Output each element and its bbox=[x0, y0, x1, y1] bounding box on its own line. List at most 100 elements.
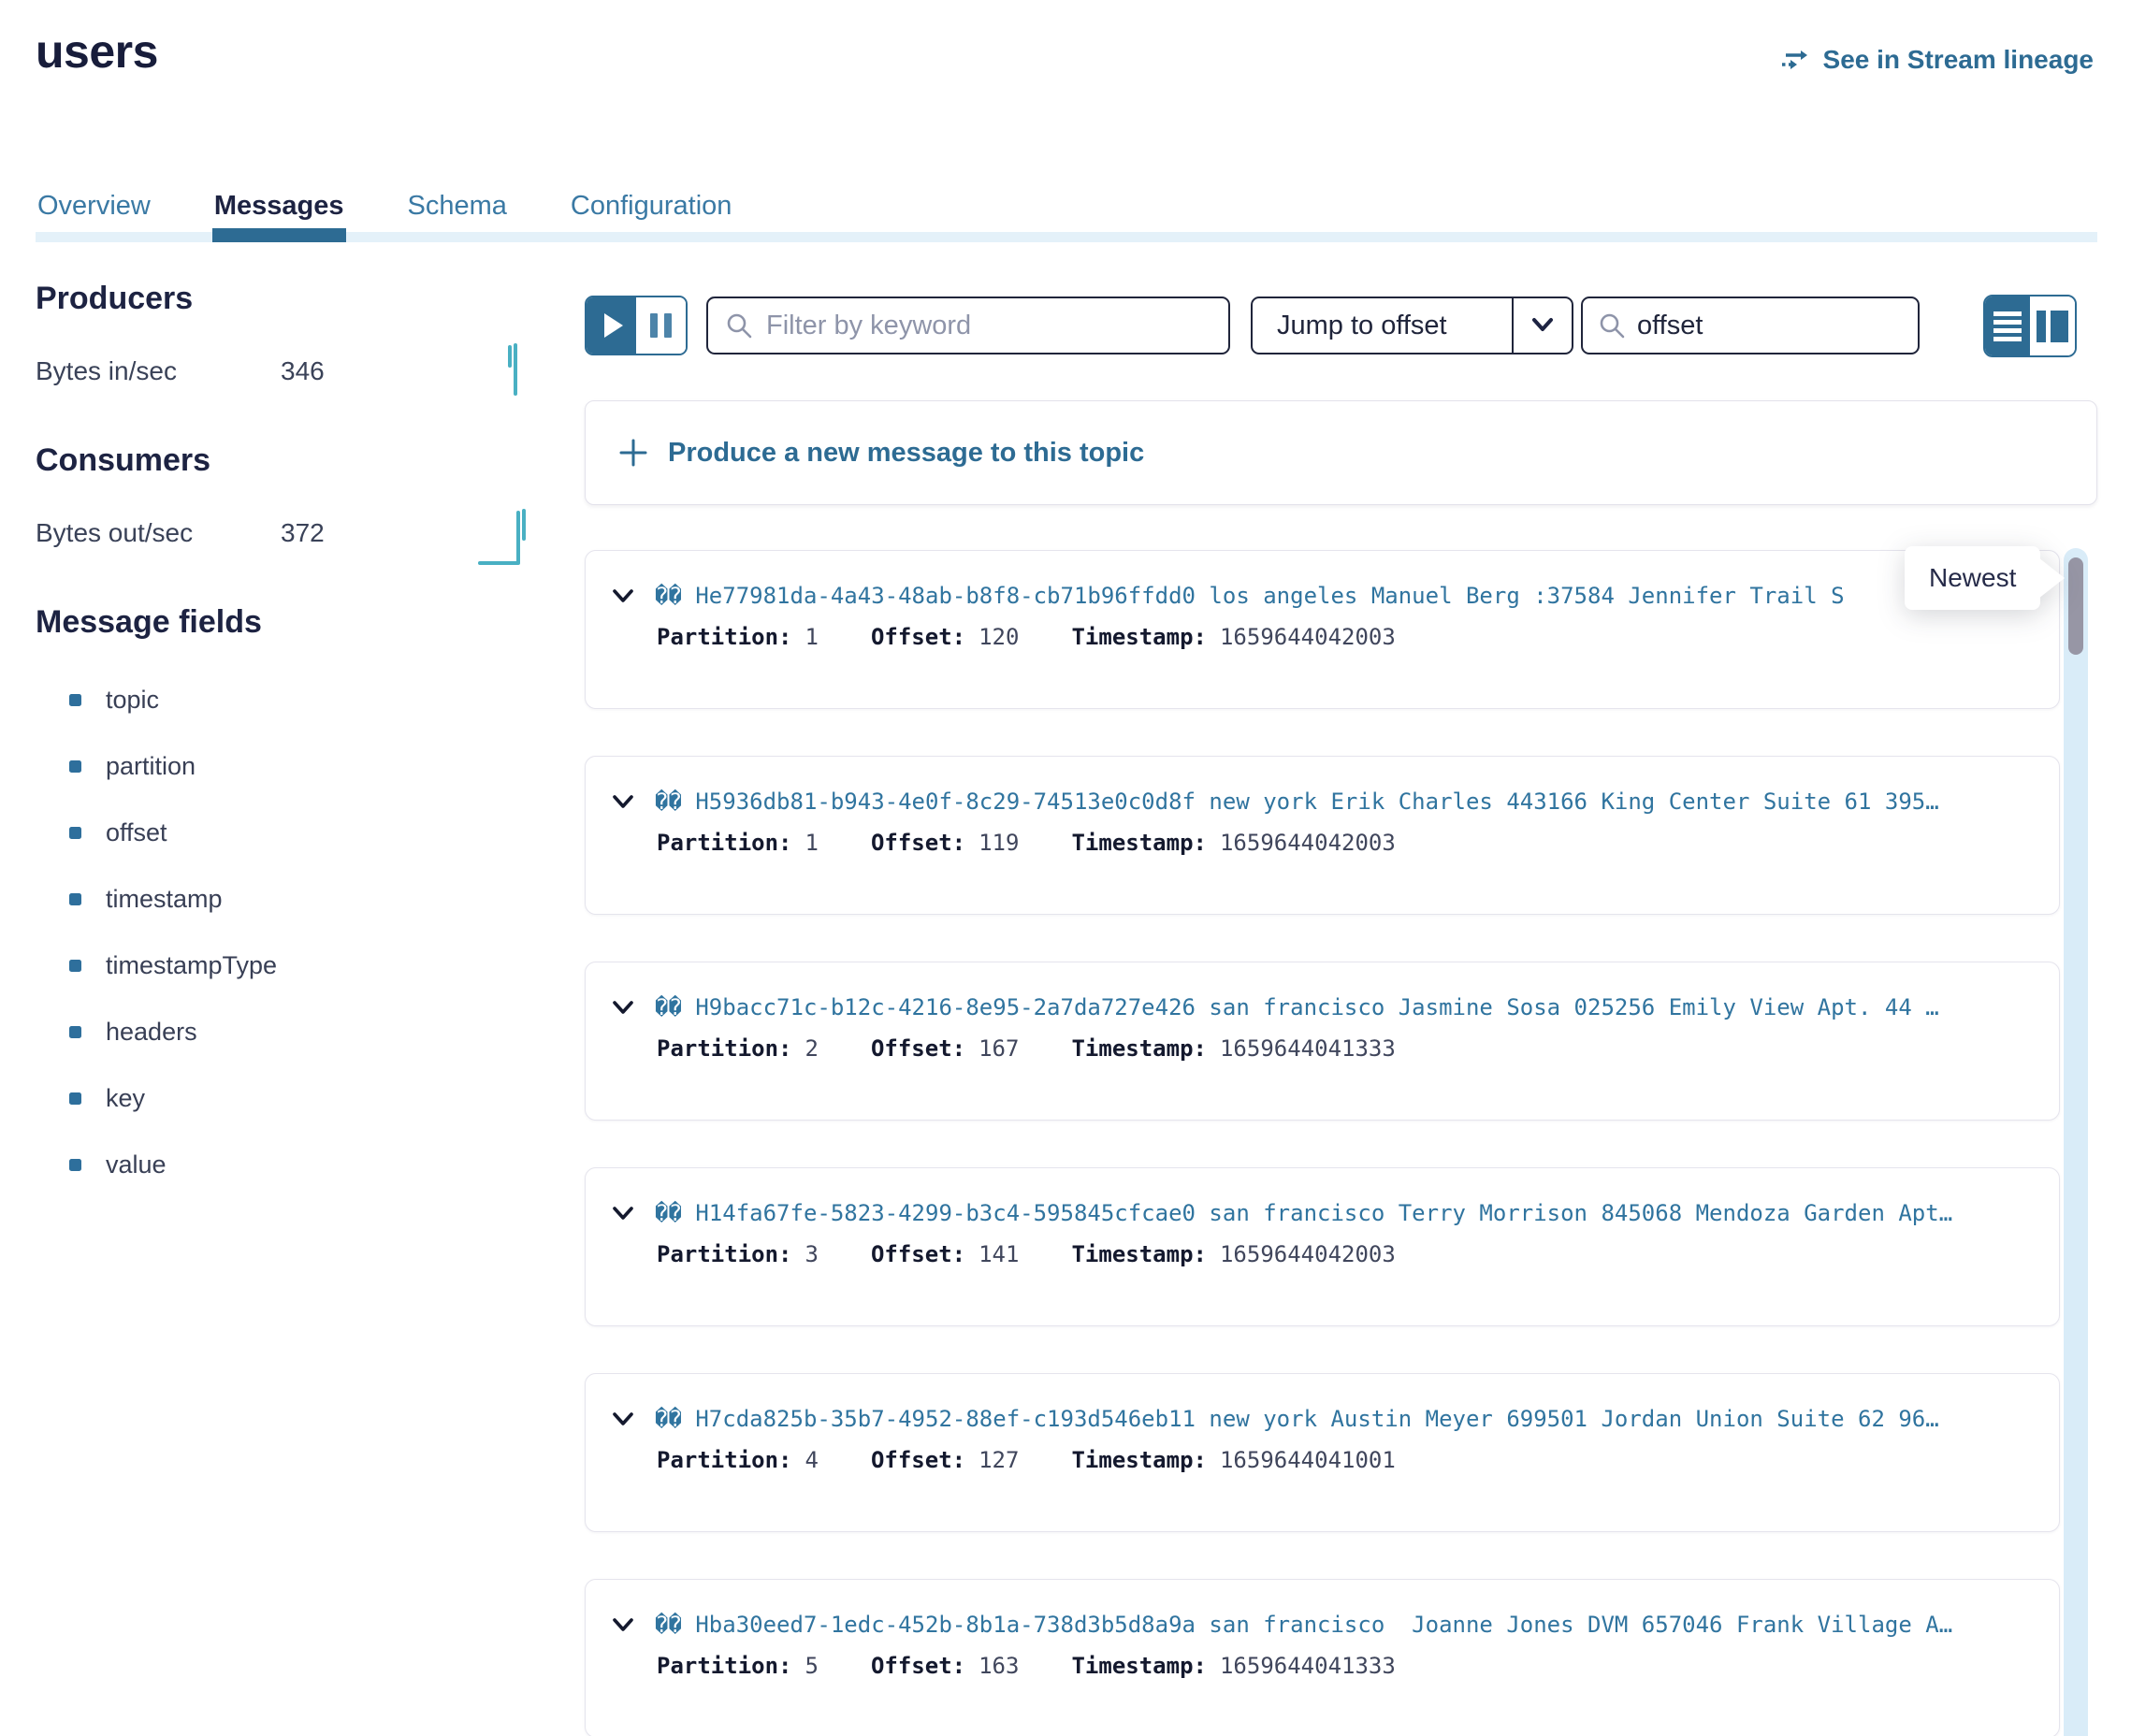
stream-lineage-icon bbox=[1780, 47, 1812, 73]
message-key: �� H9bacc71c-b12c-4216-8e95-2a7da727e426… bbox=[655, 994, 1939, 1020]
square-bullet-icon bbox=[69, 893, 81, 905]
producers-heading: Producers bbox=[36, 281, 533, 317]
consumers-heading: Consumers bbox=[36, 442, 533, 479]
play-button[interactable] bbox=[587, 297, 636, 354]
offset-value: 120 bbox=[979, 624, 1019, 650]
tab-messages[interactable]: Messages bbox=[212, 187, 346, 239]
offset-value: 163 bbox=[979, 1653, 1019, 1679]
bytes-in-row: Bytes in/sec 346 bbox=[36, 341, 533, 401]
plus-icon bbox=[617, 437, 649, 469]
offset-value: 127 bbox=[979, 1447, 1019, 1473]
pause-icon bbox=[650, 313, 658, 338]
offset-search-field bbox=[1581, 297, 1920, 354]
message-meta: Partition:1 Offset:119 Timestamp:1659644… bbox=[657, 830, 2033, 856]
topic-messages-page: users See in Stream lineage Overview Mes… bbox=[0, 0, 2131, 1736]
field-item-key[interactable]: key bbox=[36, 1065, 533, 1132]
list-view-button[interactable] bbox=[1985, 297, 2030, 355]
message-meta: Partition:4 Offset:127 Timestamp:1659644… bbox=[657, 1447, 2033, 1473]
message-list: �� He77981da-4a43-48ab-b8f8-cb71b96ffdd0… bbox=[585, 550, 2060, 1736]
partition-value: 5 bbox=[805, 1653, 819, 1679]
tab-schema[interactable]: Schema bbox=[406, 187, 509, 239]
message-key: �� Hba30eed7-1edc-452b-8b1a-738d3b5d8a9a… bbox=[655, 1612, 1952, 1638]
message-row[interactable]: �� H14fa67fe-5823-4299-b3c4-595845cfcae0… bbox=[585, 1167, 2060, 1326]
field-item-offset[interactable]: offset bbox=[36, 800, 533, 866]
message-meta: Partition:5 Offset:163 Timestamp:1659644… bbox=[657, 1653, 2033, 1679]
message-fields-list: topic partition offset timestamp timesta… bbox=[36, 667, 533, 1198]
timestamp-value: 1659644041001 bbox=[1220, 1447, 1396, 1473]
timestamp-value: 1659644041333 bbox=[1220, 1653, 1396, 1679]
offset-value: 141 bbox=[979, 1241, 1019, 1267]
message-row[interactable]: �� H5936db81-b943-4e0f-8c29-74513e0c0d8f… bbox=[585, 756, 2060, 915]
scrollbar-track[interactable] bbox=[2064, 548, 2088, 1736]
list-view-icon bbox=[1993, 311, 2022, 316]
field-item-timestamp[interactable]: timestamp bbox=[36, 866, 533, 933]
search-icon bbox=[725, 311, 753, 340]
offset-value: 119 bbox=[979, 830, 1019, 856]
timestamp-value: 1659644042003 bbox=[1220, 624, 1396, 650]
bytes-in-label: Bytes in/sec bbox=[36, 356, 281, 386]
field-item-value[interactable]: value bbox=[36, 1132, 533, 1198]
jump-to-offset-select[interactable]: Jump to offset bbox=[1251, 297, 1573, 354]
play-icon bbox=[604, 313, 623, 338]
partition-value: 3 bbox=[805, 1241, 819, 1267]
search-icon bbox=[1598, 311, 1626, 340]
partition-value: 4 bbox=[805, 1447, 819, 1473]
jump-to-offset-label: Jump to offset bbox=[1253, 311, 1512, 341]
timestamp-value: 1659644042003 bbox=[1220, 1241, 1396, 1267]
chevron-down-icon[interactable] bbox=[612, 1617, 634, 1633]
tab-configuration[interactable]: Configuration bbox=[569, 187, 734, 239]
column-view-button[interactable] bbox=[2030, 297, 2075, 355]
message-row[interactable]: �� Hba30eed7-1edc-452b-8b1a-738d3b5d8a9a… bbox=[585, 1579, 2060, 1736]
chevron-down-icon[interactable] bbox=[1512, 298, 1572, 353]
view-mode-toggle bbox=[1983, 295, 2077, 357]
message-meta: Partition:1 Offset:120 Timestamp:1659644… bbox=[657, 624, 2033, 650]
message-row[interactable]: �� H9bacc71c-b12c-4216-8e95-2a7da727e426… bbox=[585, 962, 2060, 1121]
columns-icon bbox=[2037, 311, 2046, 342]
bytes-in-value: 346 bbox=[281, 356, 325, 386]
produce-message-button[interactable]: Produce a new message to this topic bbox=[585, 400, 2097, 505]
offset-value: 167 bbox=[979, 1035, 1019, 1062]
chevron-down-icon[interactable] bbox=[612, 1411, 634, 1427]
chevron-down-icon[interactable] bbox=[612, 1206, 634, 1222]
chevron-down-icon[interactable] bbox=[612, 588, 634, 604]
field-item-timestamptype[interactable]: timestampType bbox=[36, 933, 533, 999]
newest-tooltip: Newest bbox=[1905, 546, 2040, 610]
field-item-headers[interactable]: headers bbox=[36, 999, 533, 1065]
message-row[interactable]: �� H7cda825b-35b7-4952-88ef-c193d546eb11… bbox=[585, 1373, 2060, 1532]
keyword-filter-field bbox=[706, 297, 1230, 354]
partition-value: 2 bbox=[805, 1035, 819, 1062]
bytes-out-value: 372 bbox=[281, 518, 325, 548]
message-row[interactable]: �� He77981da-4a43-48ab-b8f8-cb71b96ffdd0… bbox=[585, 550, 2060, 709]
stream-lineage-link[interactable]: See in Stream lineage bbox=[1780, 45, 2094, 75]
offset-search-input[interactable] bbox=[1637, 311, 1903, 341]
play-pause-toggle bbox=[585, 296, 688, 355]
messages-toolbar: Jump to offset bbox=[585, 295, 2077, 360]
partition-value: 1 bbox=[805, 830, 819, 856]
bytes-out-label: Bytes out/sec bbox=[36, 518, 281, 548]
bytes-in-sparkline bbox=[496, 336, 533, 401]
field-item-topic[interactable]: topic bbox=[36, 667, 533, 733]
bytes-out-row: Bytes out/sec 372 bbox=[36, 503, 533, 563]
tab-overview[interactable]: Overview bbox=[36, 187, 152, 239]
newest-tooltip-label: Newest bbox=[1929, 563, 2016, 593]
message-fields-heading: Message fields bbox=[36, 604, 533, 641]
square-bullet-icon bbox=[69, 694, 81, 706]
message-meta: Partition:3 Offset:141 Timestamp:1659644… bbox=[657, 1241, 2033, 1267]
square-bullet-icon bbox=[69, 1159, 81, 1171]
chevron-down-icon[interactable] bbox=[612, 1000, 634, 1016]
field-item-partition[interactable]: partition bbox=[36, 733, 533, 800]
produce-message-label: Produce a new message to this topic bbox=[668, 438, 1144, 469]
keyword-filter-input[interactable] bbox=[766, 311, 1211, 341]
scrollbar-thumb[interactable] bbox=[2068, 557, 2083, 655]
bytes-out-sparkline bbox=[477, 498, 533, 569]
stream-lineage-label: See in Stream lineage bbox=[1823, 45, 2094, 75]
pause-button[interactable] bbox=[636, 297, 686, 354]
sidebar: Producers Bytes in/sec 346 Consumers Byt… bbox=[36, 281, 533, 1198]
chevron-down-icon[interactable] bbox=[612, 794, 634, 810]
timestamp-value: 1659644041333 bbox=[1220, 1035, 1396, 1062]
square-bullet-icon bbox=[69, 760, 81, 773]
tab-bar: Overview Messages Schema Configuration bbox=[36, 187, 2097, 243]
message-key: �� H5936db81-b943-4e0f-8c29-74513e0c0d8f… bbox=[655, 788, 1939, 815]
square-bullet-icon bbox=[69, 827, 81, 839]
tooltip-arrow bbox=[2038, 557, 2065, 599]
